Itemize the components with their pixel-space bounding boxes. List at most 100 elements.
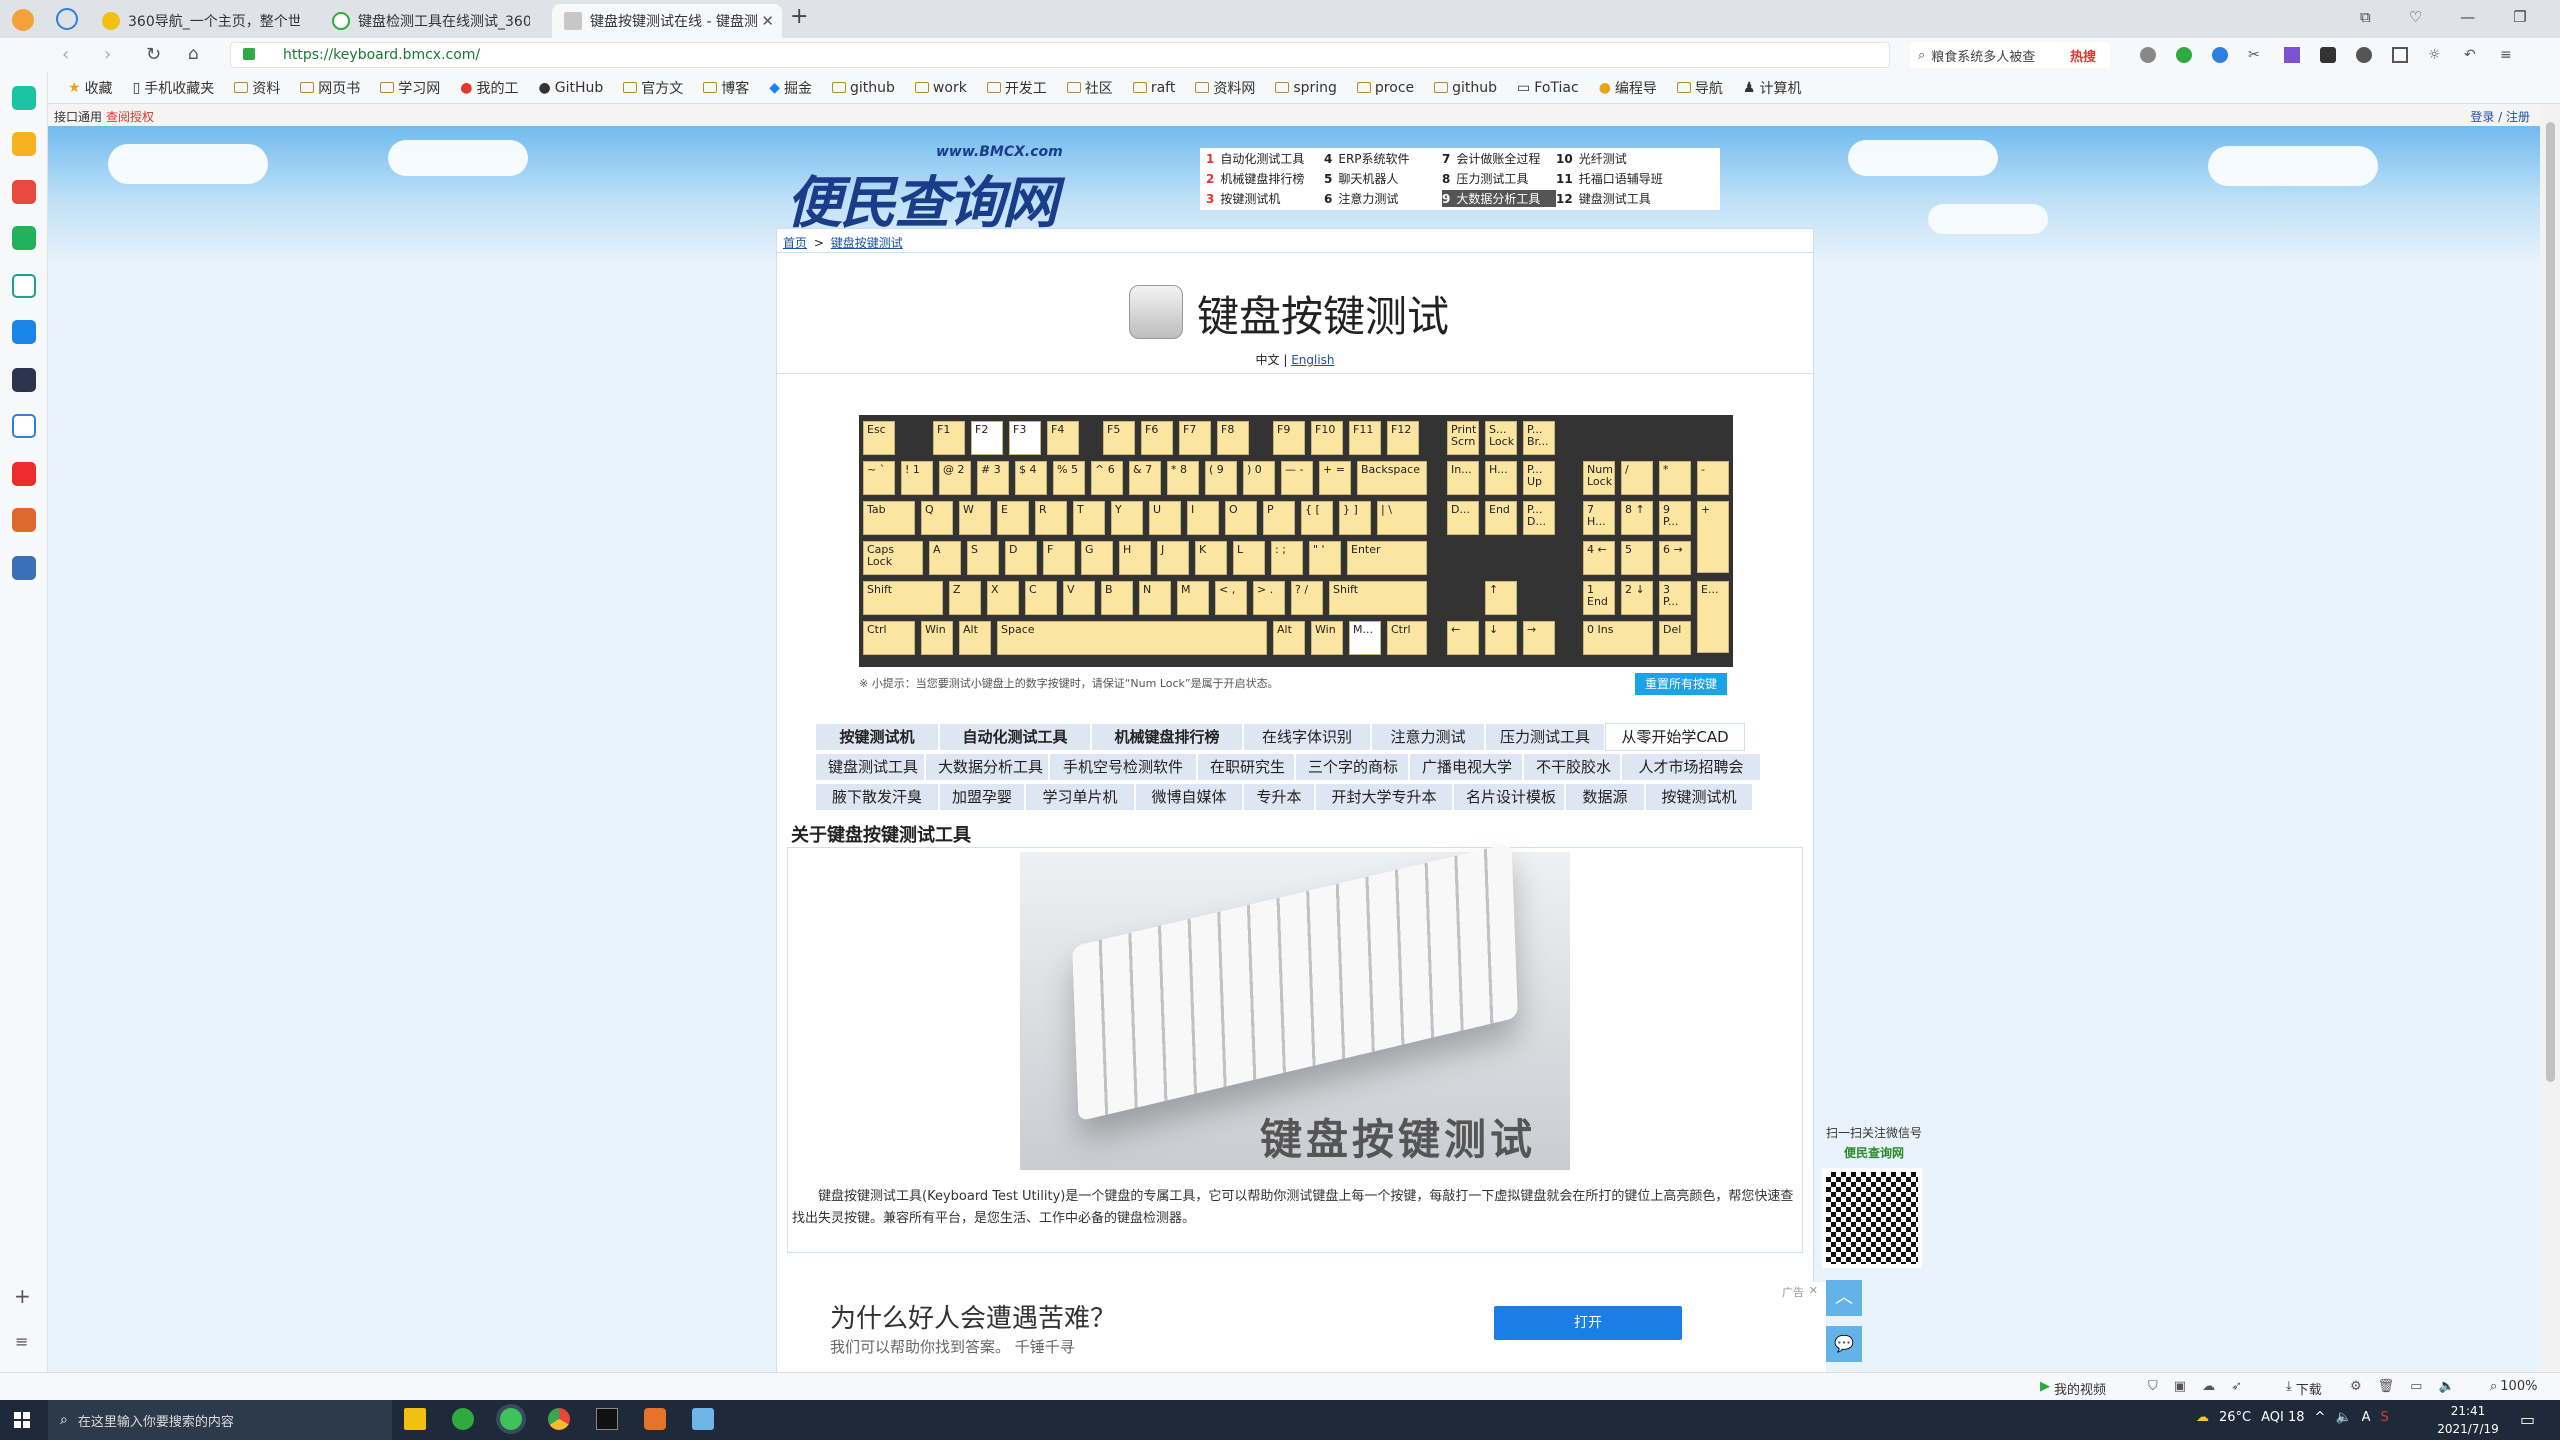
related-link[interactable]: 在职研究生	[1197, 753, 1295, 781]
keyboard-key[interactable]: F12	[1387, 421, 1419, 455]
window-icon[interactable]: ▣	[2174, 1379, 2186, 1394]
bookmark-item[interactable]: work	[914, 80, 967, 96]
bookmark-favorites[interactable]: ★ 收藏	[68, 78, 113, 98]
tab-keyboard-tool[interactable]: 键盘检测工具在线测试_360	[320, 4, 530, 38]
keyboard-key[interactable]: T	[1073, 501, 1105, 535]
extension-icon[interactable]	[2284, 47, 2300, 63]
extension-icon[interactable]	[2176, 47, 2192, 63]
keyboard-key[interactable]: Space	[997, 621, 1267, 655]
keyboard-key[interactable]: V	[1063, 581, 1095, 615]
bookmark-item[interactable]: 资料网	[1195, 78, 1255, 98]
volume-icon[interactable]: 🔈	[2438, 1379, 2454, 1394]
keyboard-key[interactable]: 6 →	[1659, 541, 1691, 575]
keyboard-key[interactable]: M	[1177, 581, 1209, 615]
keyboard-key[interactable]: P... Up	[1523, 461, 1555, 495]
top-link-item[interactable]: 11 托福口语辅导班	[1556, 170, 1674, 187]
keyboard-key[interactable]: J	[1157, 541, 1189, 575]
bookmark-item[interactable]: 学习网	[380, 78, 440, 98]
keyboard-key[interactable]: Q	[921, 501, 953, 535]
keyboard-key[interactable]: S... Lock	[1485, 421, 1517, 455]
extension-icon[interactable]	[2320, 47, 2336, 63]
keyboard-key[interactable]: 5	[1621, 541, 1653, 575]
grid-icon[interactable]	[2392, 47, 2408, 63]
keyboard-key[interactable]: Ctrl	[863, 621, 915, 655]
restore-tabs-icon[interactable]: ⧉	[2360, 8, 2371, 26]
bookmark-item[interactable]: 资料	[234, 78, 280, 98]
keyboard-key[interactable]: } ]	[1339, 501, 1371, 535]
back-icon[interactable]: ‹	[62, 44, 69, 65]
keyboard-key[interactable]: B	[1101, 581, 1133, 615]
feedback-button[interactable]: 💬	[1826, 1326, 1862, 1362]
sidebar-app-icon[interactable]	[12, 86, 36, 110]
keyboard-key[interactable]: +	[1697, 501, 1729, 573]
info-link[interactable]: 查阅授权	[106, 108, 154, 125]
file-explorer-icon[interactable]	[404, 1408, 426, 1430]
tray-arrow-icon[interactable]: ^	[2315, 1410, 2326, 1425]
app-icon[interactable]	[452, 1408, 474, 1430]
sidebar-game-icon[interactable]	[12, 556, 36, 580]
top-link-item-highlight[interactable]: 9 大数据分析工具	[1442, 190, 1556, 207]
related-link[interactable]: 数据源	[1565, 783, 1645, 811]
bookmark-item[interactable]: raft	[1132, 80, 1175, 96]
bookmark-item[interactable]: ♟ 计算机	[1743, 78, 1802, 98]
keyboard-key[interactable]: O	[1225, 501, 1257, 535]
related-link[interactable]: 学习单片机	[1025, 783, 1135, 811]
keyboard-key[interactable]: ( 9	[1205, 461, 1237, 495]
keyboard-key[interactable]: : ;	[1271, 541, 1303, 575]
minimize-icon[interactable]: —	[2460, 8, 2475, 26]
keyboard-key[interactable]: Caps Lock	[863, 541, 923, 575]
related-link[interactable]: 手机空号检测软件	[1049, 753, 1197, 781]
keyboard-key[interactable]: M...	[1349, 621, 1381, 655]
related-link[interactable]: 按键测试机	[1645, 783, 1753, 811]
keyboard-key[interactable]: W	[959, 501, 991, 535]
bookmark-item[interactable]: 博客	[703, 78, 749, 98]
address-bar[interactable]: https://keyboard.bmcx.com/	[230, 42, 1890, 68]
related-link[interactable]: 压力测试工具	[1485, 723, 1605, 751]
bookmark-item[interactable]: 社区	[1066, 78, 1113, 98]
antivirus-icon[interactable]: S	[2381, 1410, 2389, 1425]
keyboard-key[interactable]: Print Scrn	[1447, 421, 1479, 455]
theme-icon[interactable]: ☼	[2428, 47, 2444, 63]
close-tab-icon[interactable]: ✕	[761, 12, 774, 30]
rocket-icon[interactable]: ➶	[2231, 1379, 2242, 1394]
bookmark-item[interactable]: 官方文	[623, 78, 683, 98]
bookmark-item[interactable]: ● 编程导	[1599, 78, 1657, 98]
keyboard-key[interactable]: Ctrl	[1387, 621, 1427, 655]
related-link[interactable]: 名片设计模板	[1453, 783, 1565, 811]
sidebar-game-icon[interactable]	[12, 508, 36, 532]
hot-search-badge[interactable]: 热搜	[2070, 46, 2096, 65]
ad-banner[interactable]: 广告 ✕ 为什么好人会遭遇苦难？ 我们可以帮助你找到答案。 千锤千寻 打开	[784, 1282, 1826, 1374]
keyboard-key[interactable]: N	[1139, 581, 1171, 615]
keyboard-key[interactable]: F3	[1009, 421, 1041, 455]
sidebar-menu-icon[interactable]: ≡	[15, 1332, 28, 1351]
keyboard-key[interactable]: Alt	[959, 621, 991, 655]
bookmark-item[interactable]: ▭ FoTiac	[1517, 80, 1579, 96]
keyboard-key[interactable]: ! 1	[901, 461, 933, 495]
keyboard-key[interactable]: I	[1187, 501, 1219, 535]
keyboard-key[interactable]: Backspace	[1357, 461, 1427, 495]
related-link[interactable]: 不干胶胶水	[1523, 753, 1621, 781]
keyboard-key[interactable]: H	[1119, 541, 1151, 575]
keyboard-key[interactable]: Win	[1311, 621, 1343, 655]
menu-icon[interactable]: ≡	[2500, 47, 2516, 63]
keyboard-key[interactable]: 2 ↓	[1621, 581, 1653, 615]
keyboard-key[interactable]: F1	[933, 421, 965, 455]
keyboard-key[interactable]: { [	[1301, 501, 1333, 535]
keyboard-key[interactable]: U	[1149, 501, 1181, 535]
bookmark-item[interactable]: github	[1434, 80, 1497, 96]
keyboard-key[interactable]: F6	[1141, 421, 1173, 455]
windows-start-icon[interactable]	[14, 1412, 30, 1428]
weather-temp[interactable]: 26°C	[2219, 1410, 2251, 1425]
keyboard-key[interactable]: 7 H...	[1583, 501, 1615, 535]
weather-icon[interactable]: ☁	[2196, 1410, 2209, 1425]
keyboard-key[interactable]: Shift	[1329, 581, 1427, 615]
english-link[interactable]: English	[1291, 353, 1334, 367]
keyboard-key[interactable]: G	[1081, 541, 1113, 575]
top-link-item[interactable]: 1 自动化测试工具	[1206, 150, 1324, 167]
bookmark-item[interactable]: 网页书	[300, 78, 360, 98]
top-link-item[interactable]: 5 聊天机器人	[1324, 170, 1442, 187]
keyboard-key[interactable]: Tab	[863, 501, 915, 535]
keyboard-key[interactable]: Y	[1111, 501, 1143, 535]
keyboard-key[interactable]: E...	[1697, 581, 1729, 653]
ad-close-icon[interactable]: ✕	[1809, 1284, 1818, 1297]
